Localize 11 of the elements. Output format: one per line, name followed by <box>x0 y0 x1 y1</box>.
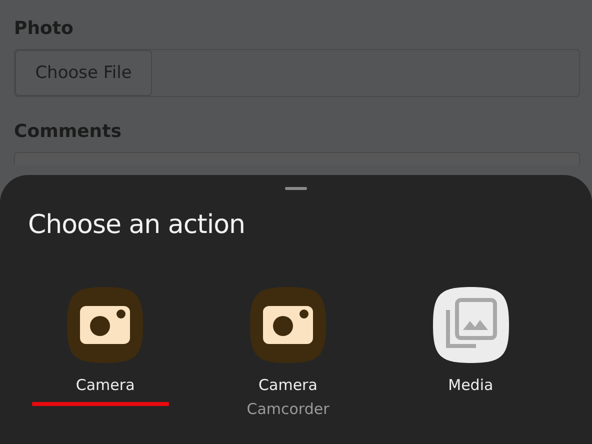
gallery-icon[interactable] <box>432 286 510 364</box>
camera-icon[interactable] <box>66 286 144 364</box>
app-sublabel: Camcorder <box>246 400 330 418</box>
drag-handle[interactable] <box>285 187 307 190</box>
camera-icon[interactable] <box>248 286 327 364</box>
app-name[interactable]: Media <box>448 376 494 394</box>
field-label: Comments <box>14 121 122 142</box>
app-name[interactable]: Camera <box>258 376 318 394</box>
sheet-title: Choose an action <box>28 210 246 240</box>
field-label: Photo <box>14 18 74 39</box>
app-name[interactable]: Camera <box>76 376 135 394</box>
